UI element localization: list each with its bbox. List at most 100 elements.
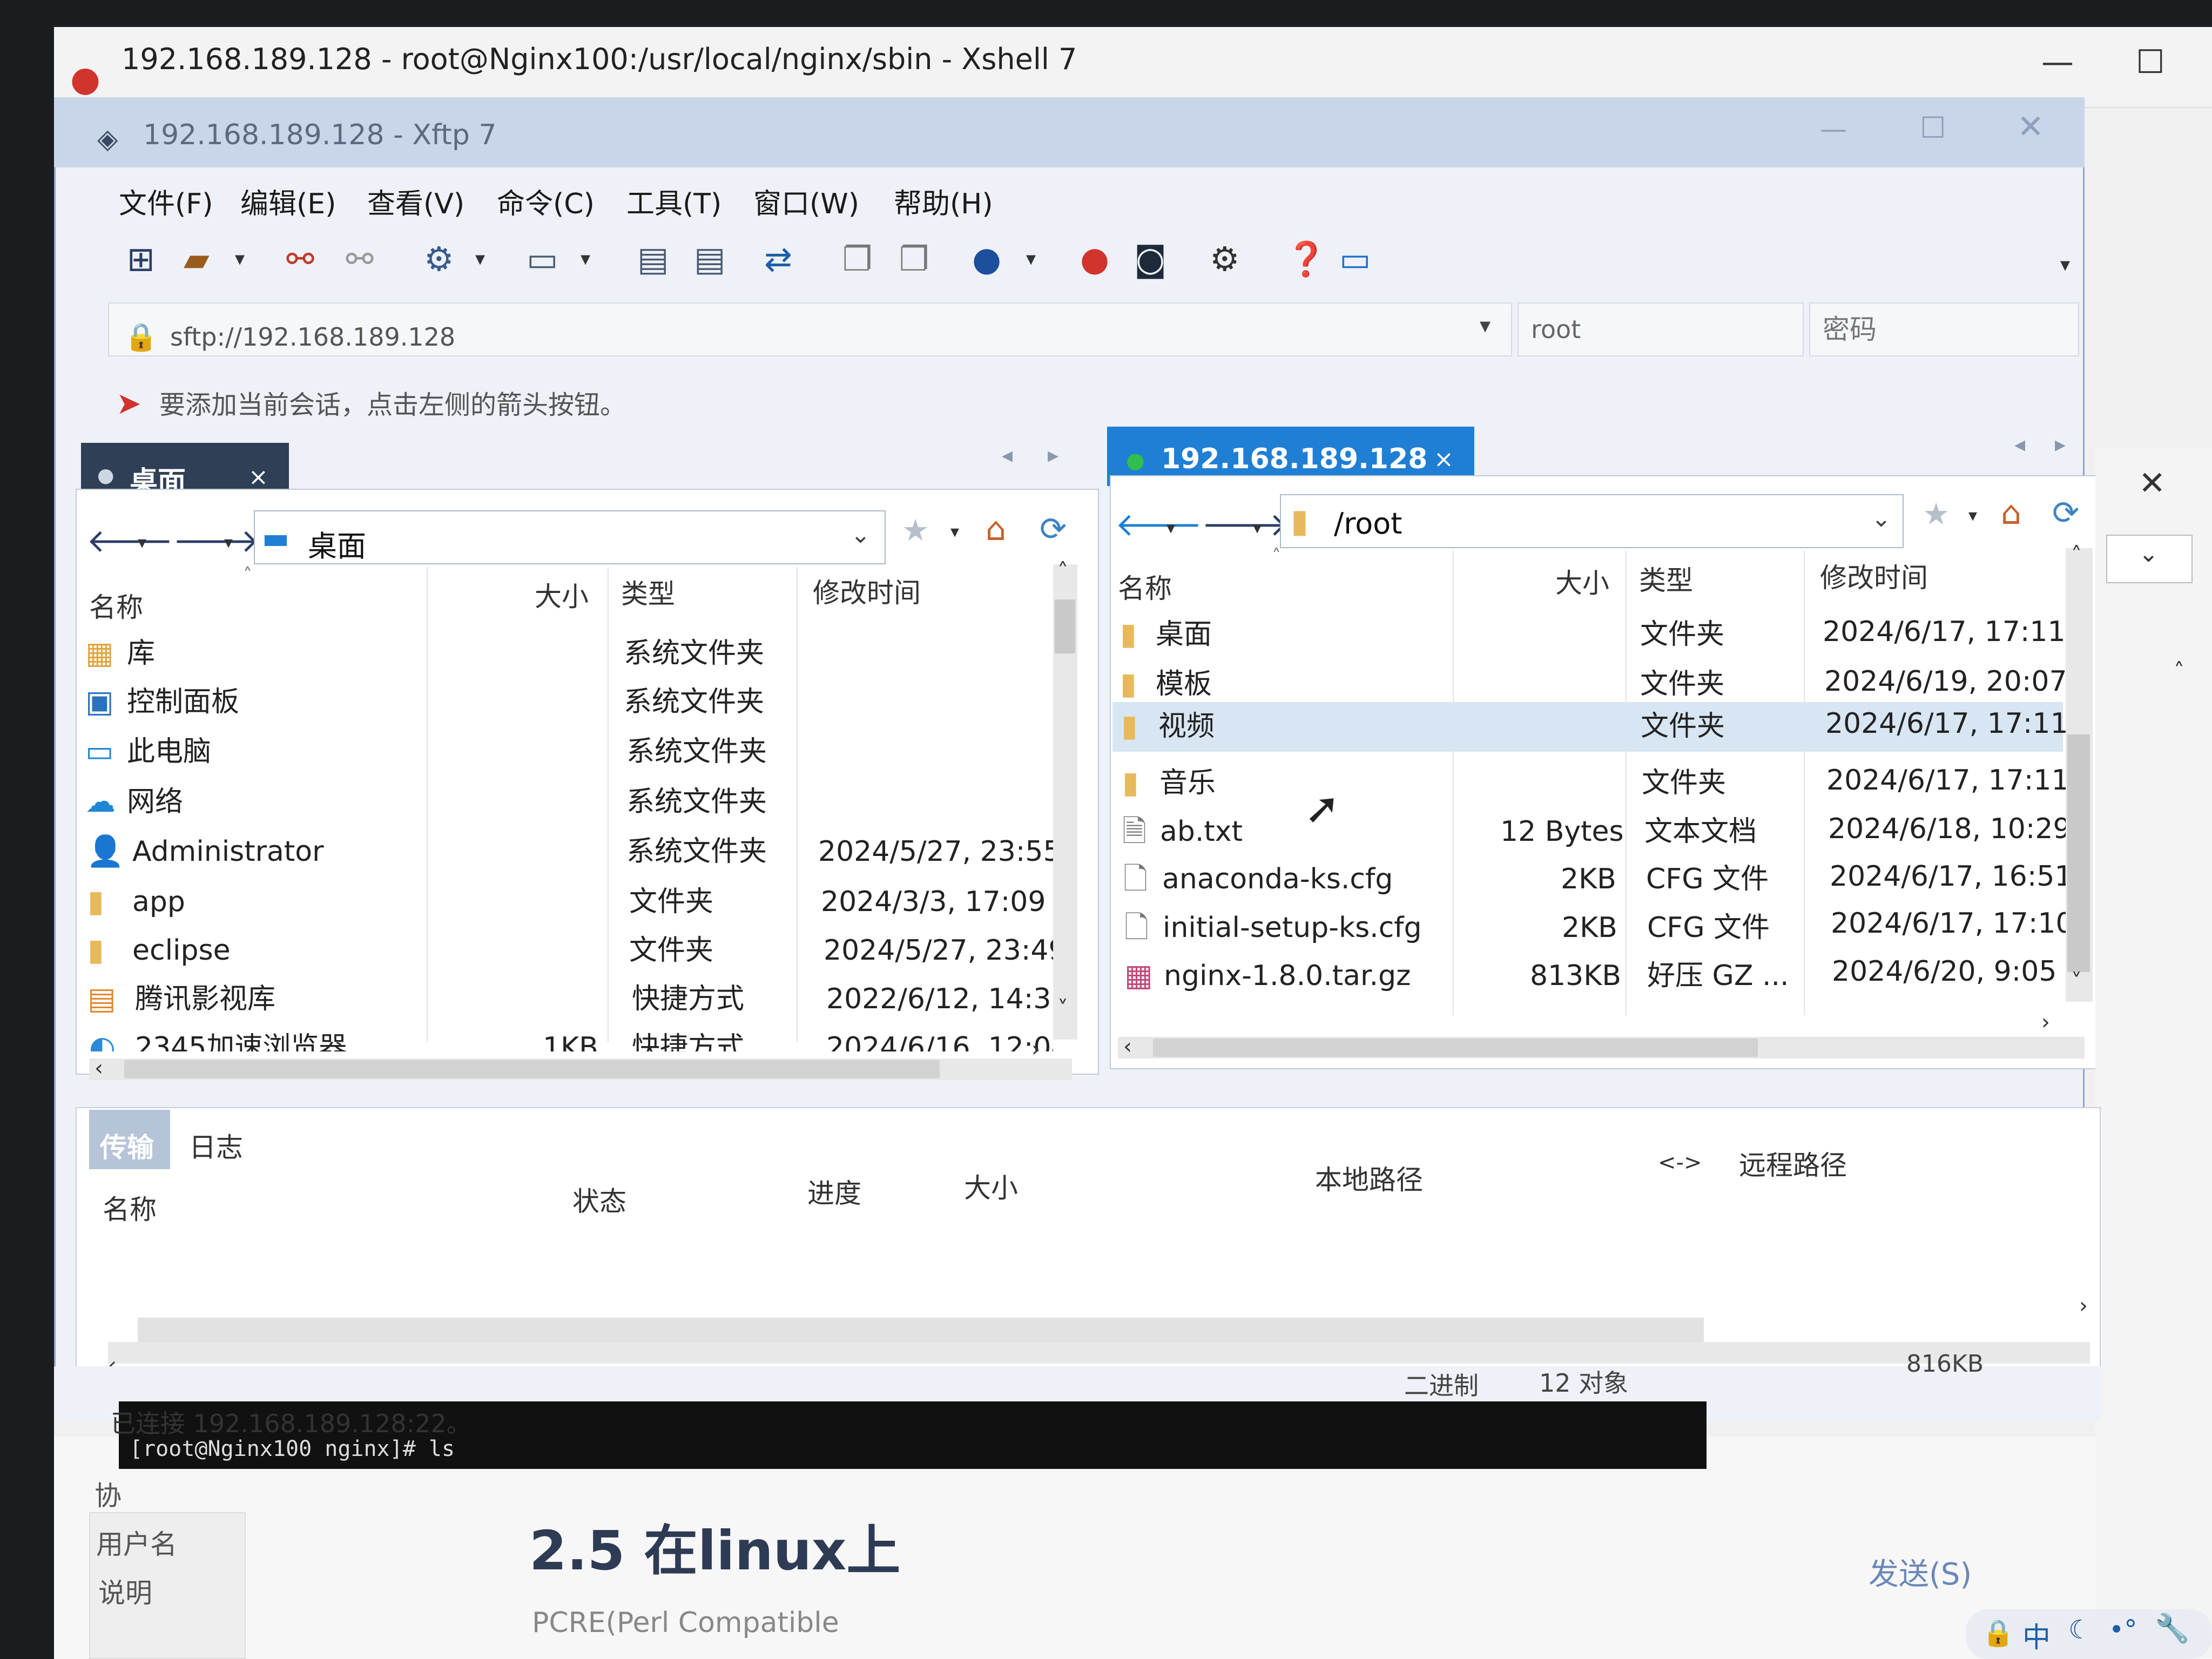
menu-file[interactable]: 文件(F) xyxy=(119,181,213,221)
bookmark-arrow-icon[interactable]: ➤ xyxy=(116,386,141,421)
list-item[interactable]: 🗎 ab.txt 12 Bytes 文本文档 2024/6/18, 10:29 xyxy=(1112,813,2071,859)
new-session-icon[interactable]: ⊞ xyxy=(127,238,155,281)
home-icon[interactable]: ⌂ xyxy=(2001,494,2021,532)
sync-icon[interactable]: ⇄ xyxy=(764,238,792,281)
open-folder-icon[interactable]: ▰ xyxy=(184,238,210,281)
transfer-column-direction[interactable]: <-> xyxy=(1658,1150,1702,1175)
home-icon[interactable]: ⌂ xyxy=(986,510,1006,548)
column-header-name[interactable]: 名称 xyxy=(89,586,143,625)
column-header-name[interactable]: 名称 xyxy=(1118,567,1172,606)
list-item[interactable]: ▮ 音乐 文件夹 2024/6/17, 17:11 xyxy=(1112,764,2069,810)
column-header-modified[interactable]: 修改时间 xyxy=(1820,556,1928,595)
ime-icon[interactable]: 中 xyxy=(2022,1615,2051,1655)
list-item[interactable]: ☁ 网络 系统文件夹 xyxy=(81,783,1053,829)
scrollbar-thumb[interactable] xyxy=(1153,1038,1758,1057)
scrollbar-thumb[interactable] xyxy=(124,1060,940,1078)
list-item[interactable]: ▣ 控制面板 系统文件夹 xyxy=(81,683,1053,729)
scroll-up-icon[interactable]: ˄ xyxy=(1057,559,1068,584)
list-item[interactable]: ▮ app 文件夹 2024/3/3, 17:09 xyxy=(81,883,1053,929)
menu-view[interactable]: 查看(V) xyxy=(367,181,464,221)
forward-arrow-icon[interactable]: 🡒 xyxy=(173,521,260,560)
dropdown-arrow-icon[interactable]: ▾ xyxy=(581,238,590,281)
dropdown-arrow-icon[interactable]: ▾ xyxy=(235,238,245,281)
paste-icon[interactable]: ❐ xyxy=(899,238,929,281)
tab-close-icon[interactable]: × xyxy=(248,463,268,491)
tab-scroll-left-icon[interactable]: ◂ xyxy=(2014,432,2025,457)
background-close-icon[interactable]: ✕ xyxy=(2139,464,2166,502)
scroll-down-icon[interactable]: ˅ xyxy=(1057,996,1068,1021)
moon-icon[interactable]: ☾ xyxy=(2068,1615,2092,1645)
list-item[interactable]: 👤 Administrator 系统文件夹 2024/5/27, 23:55 xyxy=(81,833,1061,879)
transfer-column-local-path[interactable]: 本地路径 xyxy=(1315,1158,1423,1197)
list-item[interactable]: 🗋 anaconda-ks.cfg 2KB CFG 文件 2024/6/17, … xyxy=(1112,860,2073,906)
refresh-icon[interactable]: ⟳ xyxy=(1040,510,1067,548)
tab-scroll-left-icon[interactable]: ◂ xyxy=(1002,443,1013,468)
address-input[interactable]: sftp://192.168.189.128 xyxy=(170,322,455,352)
xshell-icon[interactable]: ● xyxy=(1080,238,1109,281)
copy-icon[interactable]: ❐ xyxy=(842,238,873,281)
list-item[interactable]: ◐ 2345加速浏览器 1KB 快捷方式 2024/6/16, 12:04 xyxy=(81,1029,1053,1051)
send-button[interactable]: 发送(S) xyxy=(1869,1550,1972,1594)
forward-arrow-icon[interactable]: 🡒 xyxy=(1202,505,1289,544)
menu-window[interactable]: 窗口(W) xyxy=(753,181,859,221)
favorite-icon[interactable]: ★ xyxy=(902,513,929,548)
scrollbar-thumb[interactable] xyxy=(1055,599,1075,653)
scroll-right-icon[interactable]: › xyxy=(1031,1037,1040,1062)
transfer-column-name[interactable]: 名称 xyxy=(103,1188,157,1227)
path-dropdown-icon[interactable]: ⌄ xyxy=(1871,505,1891,532)
tab-scroll-right-icon[interactable]: ▸ xyxy=(1048,443,1058,468)
tab-log[interactable]: 日志 xyxy=(189,1126,243,1165)
xftp-maximize-icon[interactable]: ☐ xyxy=(1920,111,1946,145)
toolbar-overflow-icon[interactable]: ▾ xyxy=(2060,254,2070,276)
list-item[interactable]: ▮ 桌面 文件夹 2024/6/17, 17:11 xyxy=(1112,616,2066,662)
view-icon[interactable]: ▭ xyxy=(527,238,558,281)
list-item[interactable]: ▮ eclipse 文件夹 2024/5/27, 23:49 xyxy=(81,932,1067,977)
column-header-modified[interactable]: 修改时间 xyxy=(813,571,921,610)
dropdown-arrow-icon[interactable]: ▾ xyxy=(1968,505,1977,525)
menu-edit[interactable]: 编辑(E) xyxy=(240,181,336,221)
chat-icon[interactable]: ▭ xyxy=(1339,238,1371,281)
connect-icon[interactable]: ⚯ xyxy=(286,238,314,281)
properties-icon[interactable]: ⚙ xyxy=(424,238,454,281)
list-item-selected[interactable]: ▮ 视频 文件夹 2024/6/17, 17:11 xyxy=(1112,702,2068,752)
transfer-column-status[interactable]: 状态 xyxy=(572,1180,626,1219)
back-arrow-icon[interactable]: 🡐 xyxy=(1115,505,1202,544)
scroll-up-icon[interactable]: ˄ xyxy=(2174,659,2184,684)
dropdown-arrow-icon[interactable]: ▾ xyxy=(950,521,959,542)
column-header-size[interactable]: 大小 xyxy=(535,575,589,614)
tab-close-icon[interactable]: × xyxy=(1434,446,1454,473)
dropdown-arrow-icon[interactable]: ▾ xyxy=(1253,517,1262,538)
address-dropdown-icon[interactable]: ▾ xyxy=(1480,313,1491,338)
column-header-type[interactable]: 类型 xyxy=(1639,559,1693,598)
transfer-column-size[interactable]: 大小 xyxy=(964,1166,1018,1205)
scroll-right-icon[interactable]: › xyxy=(2041,1010,2050,1035)
scroll-left-icon[interactable]: ‹ xyxy=(95,1056,103,1081)
back-arrow-icon[interactable]: 🡐 xyxy=(86,521,173,560)
list-item[interactable]: ▭ 此电脑 系统文件夹 xyxy=(81,733,1053,779)
menu-command[interactable]: 命令(C) xyxy=(497,181,595,221)
help-icon[interactable]: ❓ xyxy=(1285,238,1327,281)
list-item[interactable]: ▦ 库 系统文件夹 xyxy=(81,635,1053,680)
globe-icon[interactable]: ● xyxy=(972,238,1001,281)
refresh-icon[interactable]: ⟳ xyxy=(2052,494,2079,532)
xftp-minimize-icon[interactable]: — xyxy=(1820,113,1847,145)
transfer-column-progress[interactable]: 进度 xyxy=(807,1172,861,1211)
favorite-icon[interactable]: ★ xyxy=(1923,497,1950,532)
tab-scroll-right-icon[interactable]: ▸ xyxy=(2055,432,2066,457)
path-dropdown-icon[interactable]: ⌄ xyxy=(851,521,871,549)
column-header-type[interactable]: 类型 xyxy=(621,572,675,611)
horizontal-scrollbar[interactable] xyxy=(108,1342,2090,1364)
disconnect-icon[interactable]: ⚯ xyxy=(346,238,374,281)
gear-icon[interactable]: ⚙ xyxy=(1210,238,1240,281)
wrench-icon[interactable]: 🔧 xyxy=(2155,1612,2190,1645)
dot-icon[interactable]: •° xyxy=(2109,1615,2137,1645)
download-icon[interactable]: ▤ xyxy=(694,238,726,281)
minimize-icon[interactable]: — xyxy=(2041,43,2074,81)
dropdown-arrow-icon[interactable]: ▾ xyxy=(1026,238,1036,281)
transfer-column-remote-path[interactable]: 远程路径 xyxy=(1739,1144,1847,1183)
scrollbar-thumb[interactable] xyxy=(138,1318,1704,1342)
column-header-size[interactable]: 大小 xyxy=(1555,562,1609,601)
maximize-icon[interactable]: ☐ xyxy=(2136,43,2165,81)
xftp-close-icon[interactable]: ✕ xyxy=(2017,108,2044,146)
scroll-left-icon[interactable]: ‹ xyxy=(1123,1034,1132,1059)
